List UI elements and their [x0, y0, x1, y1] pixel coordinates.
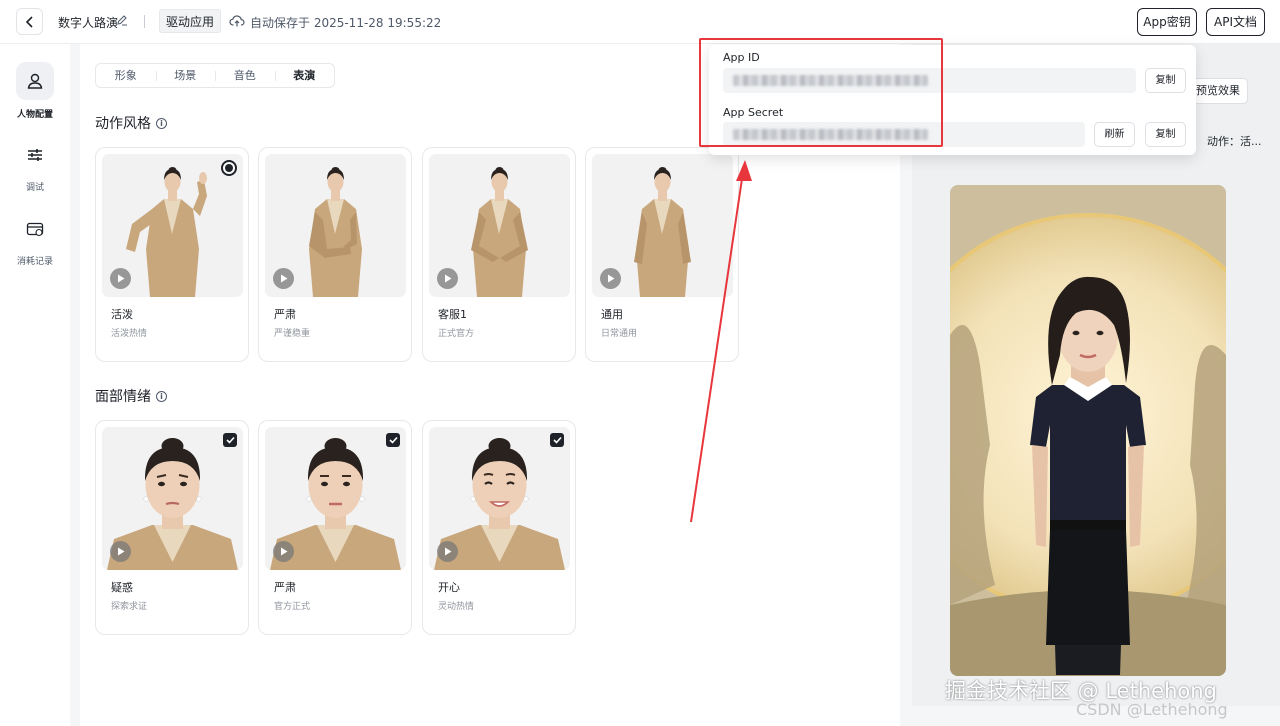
- sidebar-item-label: 调试: [25, 183, 44, 193]
- checkbox-checked[interactable]: [223, 433, 237, 447]
- project-title: 数字人路演: [58, 16, 119, 30]
- checkbox-checked[interactable]: [386, 433, 400, 447]
- play-button[interactable]: [600, 268, 621, 289]
- play-button[interactable]: [437, 268, 458, 289]
- play-icon: [444, 547, 451, 556]
- check-icon: [388, 436, 398, 444]
- card-title: 通用: [601, 308, 623, 321]
- current-action-text: 动作：活...: [1207, 135, 1262, 148]
- chevron-left-icon: [25, 15, 33, 28]
- card-title: 开心: [438, 581, 460, 594]
- info-icon[interactable]: i: [156, 390, 167, 402]
- play-icon: [444, 274, 451, 283]
- top-header: 数字人路演 驱动应用 自动保存于 2025-11-28 19:55:22 App…: [0, 0, 1280, 44]
- motion-card[interactable]: 通用 日常通用: [585, 147, 739, 362]
- motion-style-title: 动作风格: [95, 116, 151, 132]
- play-button[interactable]: [110, 541, 131, 562]
- cloud-upload-icon: [229, 15, 245, 27]
- digital-human-preview-image: [950, 185, 1226, 676]
- motion-card[interactable]: 客服1 正式官方: [422, 147, 576, 362]
- play-icon: [117, 547, 124, 556]
- card-title: 活泼: [111, 308, 133, 321]
- sidebar-item-debug[interactable]: 调试: [0, 136, 70, 193]
- emotion-card[interactable]: 严肃 官方正式: [258, 420, 412, 635]
- card-title: 严肃: [274, 581, 296, 594]
- sidebar-item-character-config[interactable]: 人物配置: [0, 62, 70, 120]
- sliders-icon: [28, 149, 42, 161]
- sidebar: 人物配置 调试 消耗记录: [0, 44, 70, 726]
- refresh-secret-button[interactable]: 刷新: [1094, 122, 1135, 147]
- tab-scene[interactable]: 场景: [155, 64, 216, 87]
- selected-radio[interactable]: [221, 160, 237, 176]
- copy-app-id-button[interactable]: 复制: [1145, 68, 1186, 93]
- autosave-status: 自动保存于 2025-11-28 19:55:22: [250, 16, 442, 30]
- tab-voice[interactable]: 音色: [215, 64, 275, 87]
- facial-emotion-title: 面部情绪: [95, 389, 151, 405]
- copy-app-secret-button[interactable]: 复制: [1145, 122, 1186, 147]
- play-icon: [117, 274, 124, 283]
- play-button[interactable]: [437, 541, 458, 562]
- check-icon: [552, 436, 562, 444]
- checkbox-checked[interactable]: [550, 433, 564, 447]
- card-title: 疑惑: [111, 581, 133, 594]
- card-description: 正式官方: [438, 329, 475, 339]
- card-icon: [26, 222, 44, 237]
- preview-effect-button[interactable]: 预览效果: [1188, 78, 1248, 104]
- card-title: 客服1: [438, 308, 467, 321]
- play-icon: [607, 274, 614, 283]
- motion-card[interactable]: 严肃 严谨稳重: [258, 147, 412, 362]
- emotion-card[interactable]: 疑惑 探索求证: [95, 420, 249, 635]
- config-tabs: 形象 场景 音色 表演: [95, 63, 335, 88]
- play-icon: [280, 274, 287, 283]
- app-key-button[interactable]: App密钥: [1137, 8, 1197, 36]
- info-icon[interactable]: i: [156, 117, 167, 129]
- digital-human-preview: [950, 185, 1226, 676]
- header-divider: [144, 15, 145, 28]
- motion-card[interactable]: 活泼 活泼热情: [95, 147, 249, 362]
- check-icon: [225, 436, 235, 444]
- play-button[interactable]: [110, 268, 131, 289]
- card-description: 日常通用: [601, 329, 638, 339]
- back-button[interactable]: [16, 8, 43, 35]
- highlight-box: [699, 38, 943, 147]
- card-description: 活泼热情: [111, 329, 148, 339]
- tab-appearance[interactable]: 形象: [96, 64, 156, 87]
- watermark-csdn: CSDN @Lethehong: [1076, 700, 1228, 719]
- api-doc-button[interactable]: API文档: [1206, 8, 1265, 36]
- sidebar-item-label: 人物配置: [16, 110, 53, 120]
- card-description: 官方正式: [274, 602, 311, 612]
- tab-performance[interactable]: 表演: [274, 64, 335, 87]
- sidebar-item-label: 消耗记录: [16, 257, 53, 267]
- play-icon: [280, 547, 287, 556]
- emotion-card[interactable]: 开心 灵动热情: [422, 420, 576, 635]
- sidebar-item-usage-records[interactable]: 消耗记录: [0, 210, 70, 267]
- person-icon: [27, 73, 43, 89]
- card-description: 灵动热情: [438, 602, 475, 612]
- play-button[interactable]: [273, 268, 294, 289]
- card-title: 严肃: [274, 308, 296, 321]
- card-description: 探索求证: [111, 602, 148, 612]
- card-description: 严谨稳重: [274, 329, 311, 339]
- edit-icon[interactable]: [116, 14, 128, 26]
- motion-style-heading: 动作风格 i: [95, 113, 167, 133]
- play-button[interactable]: [273, 541, 294, 562]
- mode-tag[interactable]: 驱动应用: [159, 9, 222, 33]
- facial-emotion-heading: 面部情绪 i: [95, 386, 167, 406]
